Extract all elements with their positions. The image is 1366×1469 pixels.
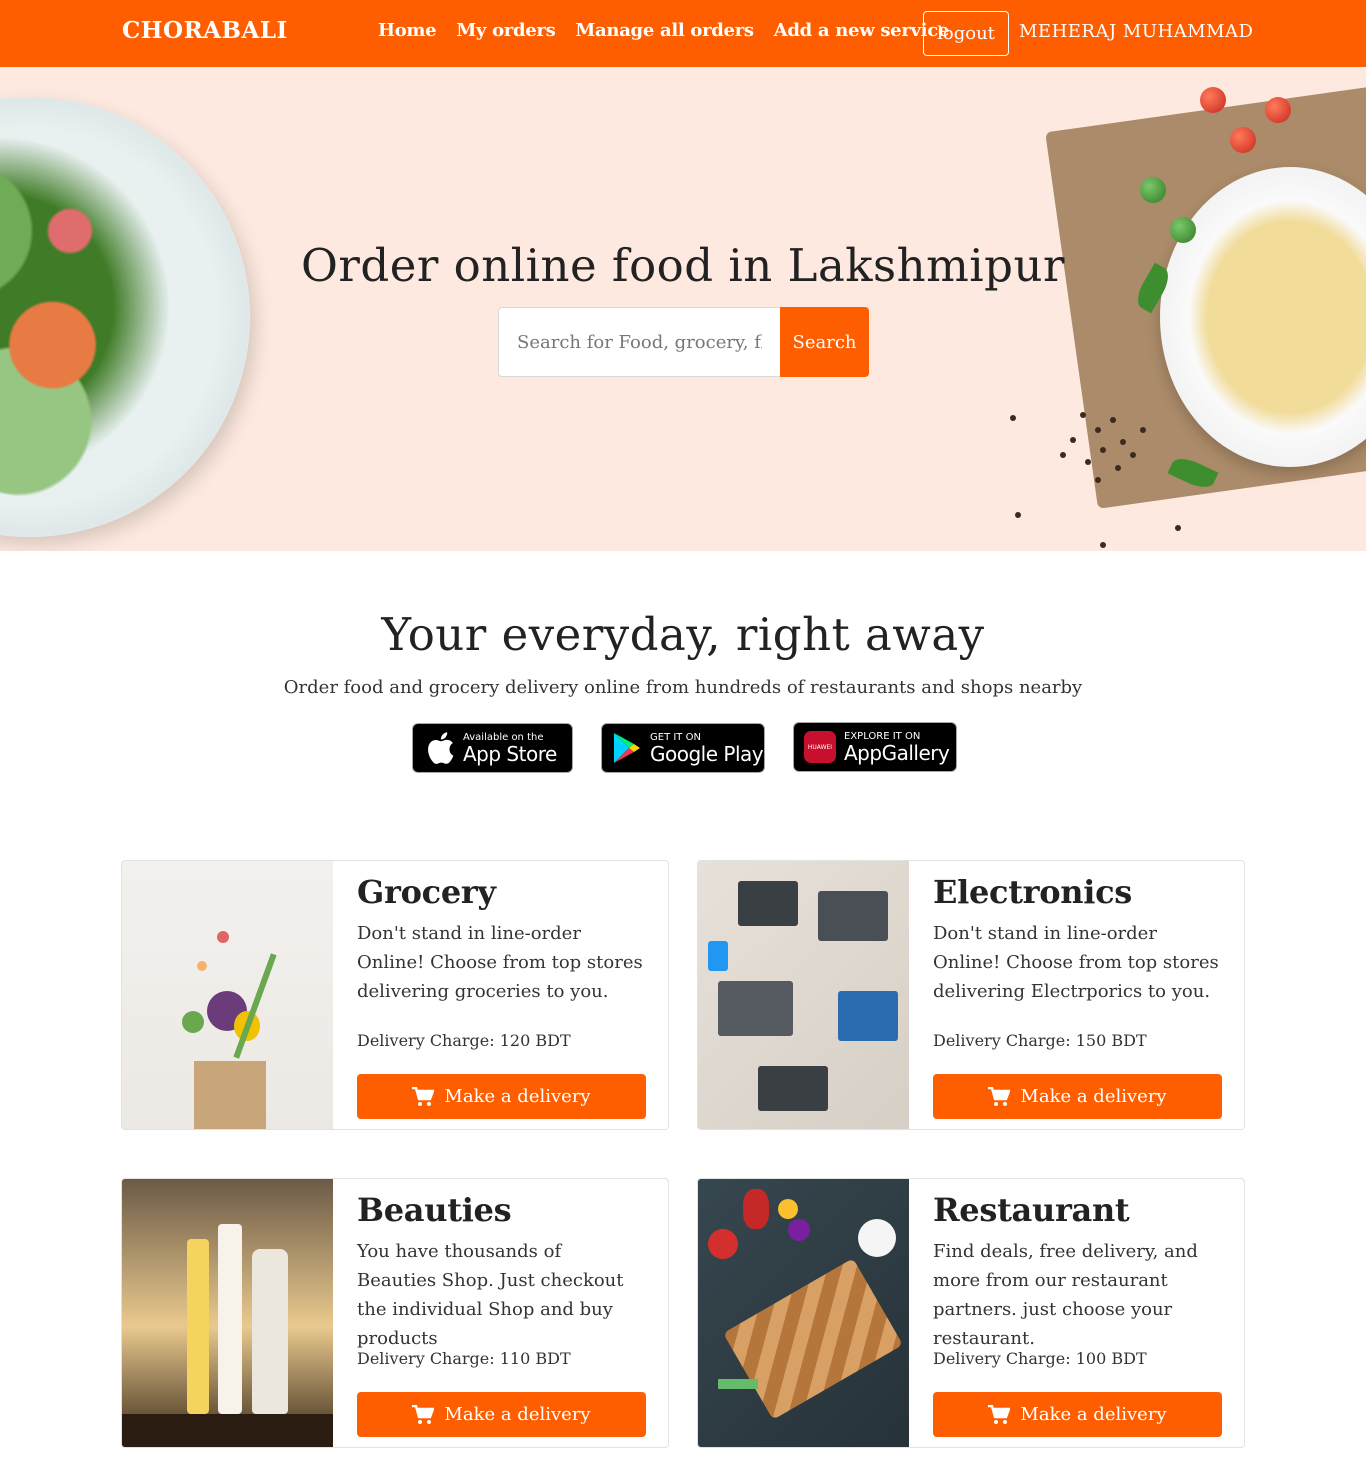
- service-card-grocery: Grocery Don't stand in line-order Online…: [121, 860, 669, 1130]
- card-body: Grocery Don't stand in line-order Online…: [333, 861, 668, 1129]
- restaurant-image: [698, 1179, 909, 1447]
- make-delivery-button[interactable]: Make a delivery: [933, 1392, 1222, 1437]
- button-label: Make a delivery: [1020, 1404, 1167, 1425]
- card-title: Beauties: [357, 1191, 512, 1229]
- navbar: CHORABALI Home My orders Manage all orde…: [0, 0, 1366, 67]
- tomato-image: [1265, 97, 1291, 123]
- logout-button[interactable]: logout: [923, 11, 1009, 56]
- cart-icon: [988, 1086, 1011, 1106]
- service-card-restaurant: Restaurant Find deals, free delivery, an…: [697, 1178, 1245, 1448]
- hero-banner: Order online food in Lakshmipur Search: [0, 67, 1366, 551]
- beauties-image: [122, 1179, 333, 1447]
- badge-big-text: Google Play: [650, 741, 764, 766]
- card-body: Beauties You have thousands of Beauties …: [333, 1179, 668, 1447]
- nav-link-home[interactable]: Home: [378, 20, 437, 41]
- delivery-charge: Delivery Charge: 120 BDT: [357, 1031, 571, 1050]
- badge-big-text: App Store: [463, 741, 557, 766]
- section-title: Your everyday, right away: [381, 608, 985, 661]
- card-title: Grocery: [357, 873, 496, 911]
- nav-links: Home My orders Manage all orders Add a n…: [378, 20, 949, 41]
- search-bar: Search: [498, 307, 869, 377]
- card-description: You have thousands of Beauties Shop. Jus…: [357, 1241, 624, 1349]
- app-store-badge[interactable]: Available on the App Store: [412, 723, 573, 773]
- card-description: Don't stand in line-order Online! Choose…: [933, 923, 1219, 1002]
- tomato-image: [1230, 127, 1256, 153]
- card-title: Electronics: [933, 873, 1132, 911]
- card-title: Restaurant: [933, 1191, 1130, 1229]
- card-description: Don't stand in line-order Online! Choose…: [357, 923, 643, 1002]
- card-description: Find deals, free delivery, and more from…: [933, 1241, 1198, 1349]
- card-body: Electronics Don't stand in line-order On…: [909, 861, 1244, 1129]
- badge-small-text: EXPLORE IT ON: [844, 730, 921, 742]
- cart-icon: [412, 1404, 435, 1424]
- search-button[interactable]: Search: [780, 307, 869, 377]
- nav-link-manage-all-orders[interactable]: Manage all orders: [575, 20, 754, 41]
- nav-link-my-orders[interactable]: My orders: [456, 20, 555, 41]
- green-tomato-image: [1140, 177, 1166, 203]
- tomato-image: [1200, 87, 1226, 113]
- button-label: Make a delivery: [444, 1086, 591, 1107]
- huawei-icon: HUAWEI: [804, 731, 836, 763]
- badge-small-text: GET IT ON: [650, 731, 701, 743]
- delivery-charge: Delivery Charge: 150 BDT: [933, 1031, 1147, 1050]
- user-name: MEHERAJ MUHAMMAD: [1019, 21, 1254, 42]
- apple-icon: [428, 732, 454, 764]
- service-card-electronics: Electronics Don't stand in line-order On…: [697, 860, 1245, 1130]
- google-play-icon: [614, 733, 640, 763]
- card-body: Restaurant Find deals, free delivery, an…: [909, 1179, 1244, 1447]
- make-delivery-button[interactable]: Make a delivery: [933, 1074, 1222, 1119]
- search-input[interactable]: [498, 307, 780, 377]
- section-subtitle: Order food and grocery delivery online f…: [283, 677, 1083, 698]
- delivery-charge: Delivery Charge: 110 BDT: [357, 1349, 571, 1368]
- grocery-image: [122, 861, 333, 1129]
- badge-small-text: Available on the: [463, 731, 544, 743]
- brand-logo[interactable]: CHORABALI: [122, 17, 288, 44]
- cart-icon: [412, 1086, 435, 1106]
- app-gallery-badge[interactable]: HUAWEI EXPLORE IT ON AppGallery: [793, 722, 957, 772]
- make-delivery-button[interactable]: Make a delivery: [357, 1392, 646, 1437]
- button-label: Make a delivery: [1020, 1086, 1167, 1107]
- make-delivery-button[interactable]: Make a delivery: [357, 1074, 646, 1119]
- electronics-image: [698, 861, 909, 1129]
- hero-title: Order online food in Lakshmipur: [301, 239, 1065, 292]
- service-card-beauties: Beauties You have thousands of Beauties …: [121, 1178, 669, 1448]
- delivery-charge: Delivery Charge: 100 BDT: [933, 1349, 1147, 1368]
- button-label: Make a delivery: [444, 1404, 591, 1425]
- cart-icon: [988, 1404, 1011, 1424]
- google-play-badge[interactable]: GET IT ON Google Play: [601, 723, 765, 773]
- badge-big-text: AppGallery: [844, 740, 950, 765]
